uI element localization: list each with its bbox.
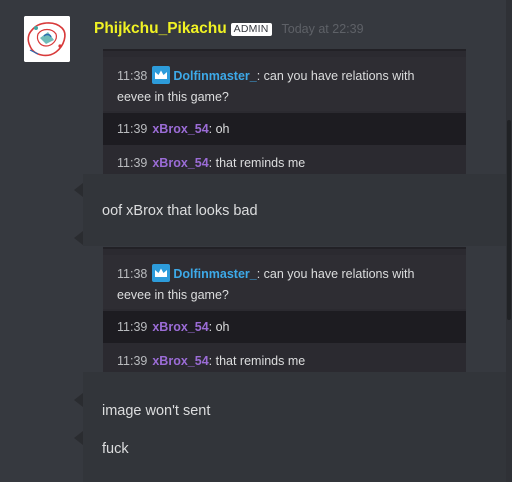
quoted-text-line1: : can you have relations with	[256, 69, 415, 83]
crown-icon	[152, 66, 171, 84]
message-divider-notch	[74, 183, 83, 197]
quoted-reply: 11:39 xBrox_54: that reminds me	[103, 147, 466, 176]
message-header: Phijkchu_Pikachu ADMIN Today at 22:39	[94, 18, 364, 40]
message-text: oof xBrox that looks bad	[102, 203, 258, 219]
scrollbar-thumb[interactable]	[507, 120, 511, 320]
message-divider-notch	[74, 431, 83, 445]
message-group-hover	[83, 372, 506, 482]
quoted-time: 11:38	[117, 267, 148, 281]
quoted-text: : oh	[208, 320, 230, 334]
quoted-reply: 11:39 xBrox_54: that reminds me	[103, 345, 466, 374]
role-badge: ADMIN	[230, 22, 272, 36]
quoted-time: 11:39	[117, 156, 148, 170]
quoted-text: : that reminds me	[208, 156, 306, 170]
message-divider-notch	[74, 231, 83, 245]
embedded-screenshot[interactable]: 11:38 Dolfinmaster_: can you have relatio…	[103, 49, 466, 176]
scrollbar[interactable]	[506, 0, 512, 482]
quoted-reply: 11:39 xBrox_54: oh	[103, 311, 466, 343]
quoted-text-line2: eevee in this game?	[117, 90, 229, 104]
quoted-text: : that reminds me	[208, 354, 306, 368]
quoted-text: : oh	[208, 122, 230, 136]
username[interactable]: Phijkchu_Pikachu	[94, 20, 227, 38]
message-text: image won't sent	[102, 403, 211, 419]
message-divider-notch	[74, 393, 83, 407]
quoted-time: 11:39	[117, 354, 148, 368]
quoted-text-line2: eevee in this game?	[117, 288, 229, 302]
quoted-time: 11:39	[117, 122, 148, 136]
quoted-author: Dolfinmaster_	[173, 69, 257, 83]
embedded-screenshot[interactable]: 11:38 Dolfinmaster_: can you have relatio…	[103, 247, 466, 374]
quoted-message: 11:38 Dolfinmaster_: can you have relatio…	[103, 255, 466, 309]
quoted-author: xBrox_54	[152, 354, 209, 368]
chat-view: Phijkchu_Pikachu ADMIN Today at 22:39 11…	[0, 0, 512, 482]
avatar[interactable]	[24, 16, 70, 62]
quoted-text-line1: : can you have relations with	[256, 267, 415, 281]
quoted-author: xBrox_54	[152, 156, 209, 170]
quoted-message: 11:38 Dolfinmaster_: can you have relatio…	[103, 57, 466, 111]
quoted-time: 11:38	[117, 69, 148, 83]
message-text: fuck	[102, 441, 129, 457]
quoted-author: xBrox_54	[152, 320, 209, 334]
message-timestamp: Today at 22:39	[281, 22, 364, 36]
quoted-author: Dolfinmaster_	[173, 267, 257, 281]
quoted-time: 11:39	[117, 320, 148, 334]
crown-icon	[152, 264, 171, 282]
quoted-author: xBrox_54	[152, 122, 209, 136]
quoted-reply: 11:39 xBrox_54: oh	[103, 113, 466, 145]
avatar-image	[24, 16, 70, 62]
